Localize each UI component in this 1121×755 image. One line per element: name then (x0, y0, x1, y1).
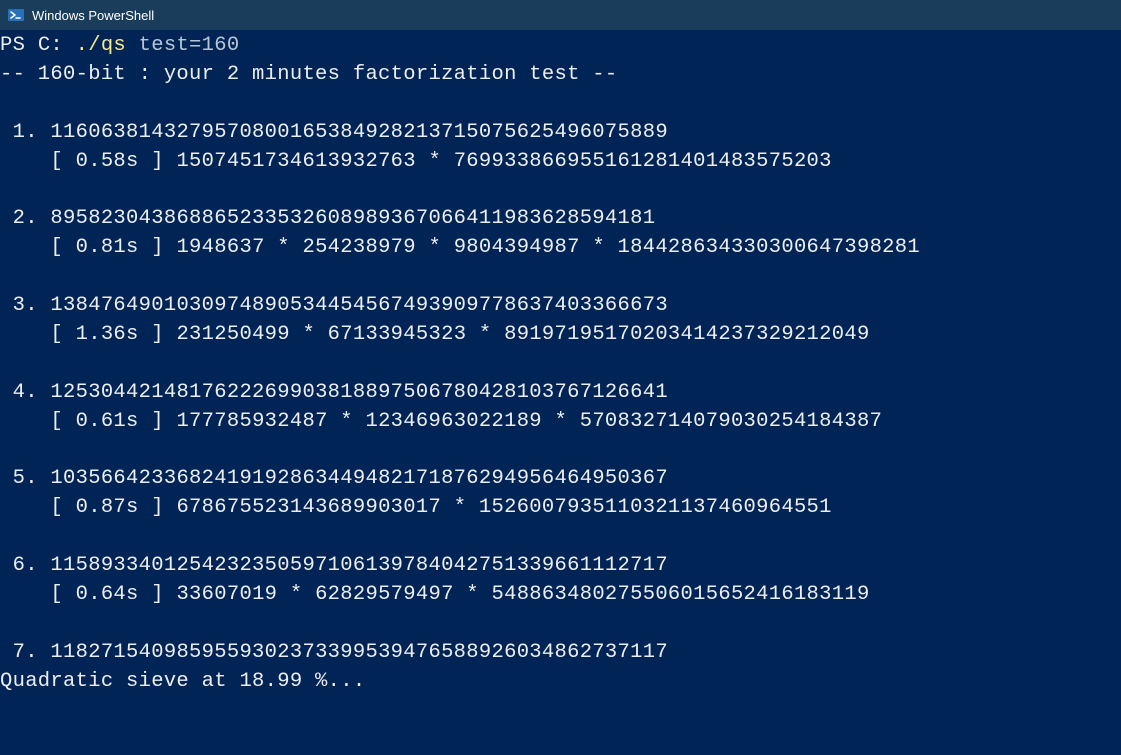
result-index: 3. (0, 294, 38, 317)
result-factors: 231250499 * 67133945323 * 89197195170203… (176, 323, 869, 346)
prompt-path: C: (38, 34, 76, 57)
result-index: 2. (0, 207, 38, 230)
result-factors: 678675523143689903017 * 1526007935110321… (176, 496, 831, 519)
result-index: 6. (0, 554, 38, 577)
result-number: 1160638143279570800165384928213715075625… (50, 121, 668, 144)
result-index: 7. (0, 641, 38, 664)
result-factors: 1948637 * 254238979 * 9804394987 * 18442… (176, 236, 920, 259)
powershell-window: Windows PowerShell PS C: ./qs test=160 -… (0, 0, 1121, 755)
header-line: -- 160-bit : your 2 minutes factorizatio… (0, 63, 618, 86)
window-title: Windows PowerShell (32, 8, 154, 23)
powershell-icon (8, 7, 24, 23)
result-factors: 33607019 * 62829579497 * 548863480275506… (176, 583, 869, 606)
result-time: 1.36s (76, 323, 139, 346)
result-factors: 1507451734613932763 * 769933866955161281… (176, 150, 831, 173)
result-index: 5. (0, 467, 38, 490)
result-time: 0.87s (76, 496, 139, 519)
result-time: 0.58s (76, 150, 139, 173)
result-number: 1253044214817622269903818897506780428103… (50, 381, 668, 404)
result-number: 1182715409859559302373399539476588926034… (50, 641, 668, 664)
result-factors: 177785932487 * 12346963022189 * 57083271… (176, 410, 882, 433)
result-number: 8958230438688652335326089893670664119836… (50, 207, 655, 230)
result-number: 1384764901030974890534454567493909778637… (50, 294, 668, 317)
console-output[interactable]: PS C: ./qs test=160 -- 160-bit : your 2 … (0, 30, 1121, 755)
titlebar[interactable]: Windows PowerShell (0, 0, 1121, 30)
result-time: 0.61s (76, 410, 139, 433)
prompt-ps: PS (0, 34, 38, 57)
result-index: 1. (0, 121, 38, 144)
command-arg: test=160 (126, 34, 239, 57)
result-number: 1035664233682419192863449482171876294956… (50, 467, 668, 490)
result-time: 0.81s (76, 236, 139, 259)
command-name: ./qs (76, 34, 126, 57)
result-number: 1158933401254232350597106139784042751339… (50, 554, 668, 577)
status-line: Quadratic sieve at 18.99 %... (0, 670, 365, 693)
result-index: 4. (0, 381, 38, 404)
result-time: 0.64s (76, 583, 139, 606)
